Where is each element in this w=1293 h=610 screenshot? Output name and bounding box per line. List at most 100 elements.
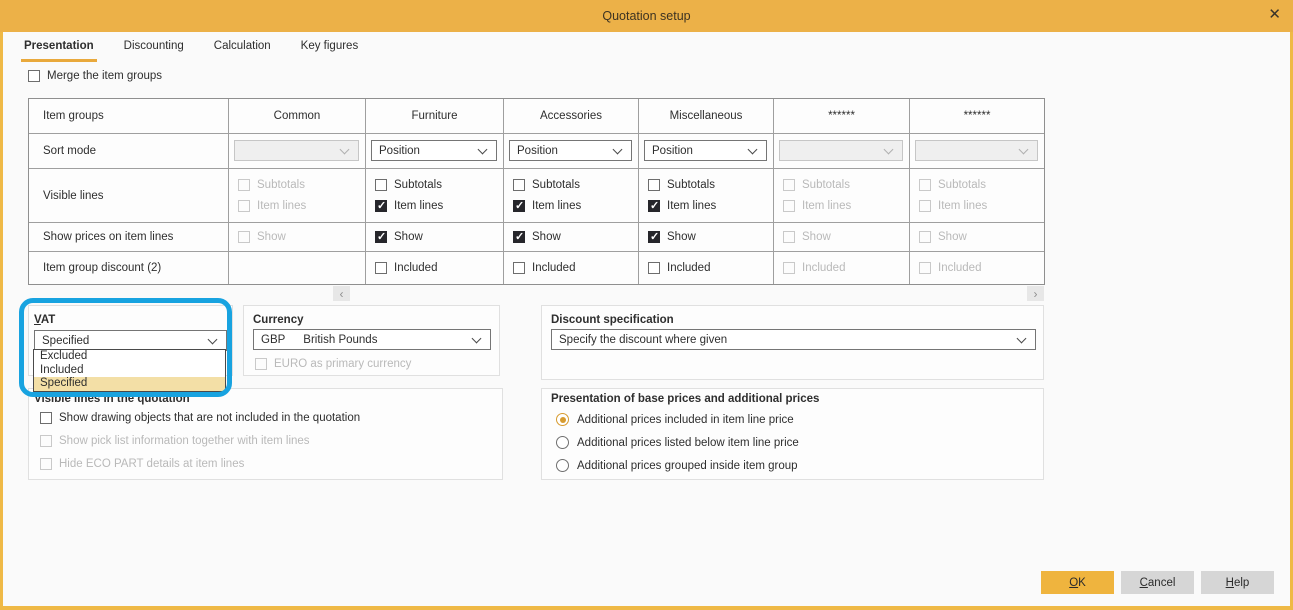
- vat-dropdown-list: Excluded Included Specified: [33, 349, 226, 392]
- additional-prices-included-label: Additional prices included in item line …: [577, 414, 794, 426]
- chevron-left-icon: ‹: [340, 287, 344, 301]
- currency-label: Currency: [253, 314, 499, 326]
- additional-prices-grouped-label: Additional prices grouped inside item gr…: [577, 460, 798, 472]
- show-checkbox-stars-2: [919, 231, 931, 243]
- chevron-down-icon: [884, 145, 894, 155]
- show-pick-list-checkbox: [40, 435, 52, 447]
- visible-lines-cell-furniture: Subtotals Item lines: [366, 169, 504, 223]
- sort-mode-select-accessories[interactable]: Position: [509, 140, 632, 161]
- sort-mode-select-miscellaneous[interactable]: Position: [644, 140, 767, 161]
- subtotals-checkbox-furniture[interactable]: [375, 179, 387, 191]
- show-prices-cell-common: Show: [229, 223, 366, 252]
- merge-item-groups-row: Merge the item groups: [28, 70, 162, 82]
- chevron-down-icon: [472, 334, 482, 344]
- item-lines-checkbox-stars-2: [919, 200, 931, 212]
- row-label-item-group-discount: Item group discount (2): [29, 252, 229, 284]
- included-checkbox-furniture[interactable]: [375, 262, 387, 274]
- tab-presentation[interactable]: Presentation: [21, 38, 97, 62]
- chevron-down-icon: [478, 145, 488, 155]
- col-header-stars-1: ******: [774, 99, 910, 134]
- discount-specification-select[interactable]: Specify the discount where given: [551, 329, 1036, 350]
- show-checkbox-miscellaneous[interactable]: [648, 231, 660, 243]
- item-lines-checkbox-miscellaneous[interactable]: [648, 200, 660, 212]
- currency-name: British Pounds: [303, 334, 377, 346]
- included-checkbox-accessories[interactable]: [513, 262, 525, 274]
- additional-prices-grouped-row: Additional prices grouped inside item gr…: [556, 459, 798, 472]
- sort-mode-select-furniture[interactable]: Position: [371, 140, 497, 161]
- show-prices-cell-accessories: Show: [504, 223, 639, 252]
- chevron-down-icon: [1017, 334, 1027, 344]
- currency-select[interactable]: GBP British Pounds: [253, 329, 491, 350]
- vat-option-specified[interactable]: Specified: [34, 377, 225, 391]
- cancel-button[interactable]: Cancel: [1121, 571, 1194, 594]
- tab-discounting[interactable]: Discounting: [121, 38, 187, 62]
- show-prices-cell-furniture: Show: [366, 223, 504, 252]
- included-checkbox-miscellaneous[interactable]: [648, 262, 660, 274]
- show-drawing-objects-label: Show drawing objects that are not includ…: [59, 412, 360, 424]
- visible-lines-cell-common: Subtotals Item lines: [229, 169, 366, 223]
- title-bar: Quotation setup ✕: [0, 0, 1293, 32]
- dialog-title: Quotation setup: [602, 9, 690, 23]
- visible-lines-cell-miscellaneous: Subtotals Item lines: [639, 169, 774, 223]
- chevron-down-icon: [208, 335, 218, 345]
- euro-primary-currency-label: EURO as primary currency: [274, 358, 411, 370]
- item-lines-checkbox-furniture[interactable]: [375, 200, 387, 212]
- additional-prices-listed-row: Additional prices listed below item line…: [556, 436, 799, 449]
- vat-label: VAT: [34, 314, 232, 326]
- col-header-stars-2: ******: [910, 99, 1044, 134]
- additional-prices-grouped-radio[interactable]: [556, 459, 569, 472]
- show-checkbox-furniture[interactable]: [375, 231, 387, 243]
- item-lines-checkbox-common: [238, 200, 250, 212]
- hide-eco-part-checkbox: [40, 458, 52, 470]
- vat-option-included[interactable]: Included: [34, 364, 225, 378]
- sort-mode-cell-common: [229, 134, 366, 169]
- item-lines-checkbox-accessories[interactable]: [513, 200, 525, 212]
- additional-prices-listed-radio[interactable]: [556, 436, 569, 449]
- quotation-setup-dialog: Quotation setup ✕ Presentation Discounti…: [0, 0, 1293, 610]
- additional-prices-included-radio[interactable]: [556, 413, 569, 426]
- visible-lines-cell-stars-2: Subtotals Item lines: [910, 169, 1044, 223]
- show-pick-list-row: Show pick list information together with…: [40, 435, 310, 447]
- show-drawing-objects-checkbox[interactable]: [40, 412, 52, 424]
- tab-calculation[interactable]: Calculation: [211, 38, 274, 62]
- sort-mode-select-common: [234, 140, 359, 161]
- close-icon[interactable]: ✕: [1268, 6, 1281, 24]
- merge-item-groups-label: Merge the item groups: [47, 70, 162, 82]
- help-button[interactable]: Help: [1201, 571, 1274, 594]
- discount-cell-common: [229, 252, 366, 284]
- item-lines-checkbox-stars-1: [783, 200, 795, 212]
- subtotals-checkbox-stars-2: [919, 179, 931, 191]
- subtotals-checkbox-accessories[interactable]: [513, 179, 525, 191]
- discount-cell-furniture: Included: [366, 252, 504, 284]
- currency-code: GBP: [261, 334, 285, 346]
- show-checkbox-stars-1: [783, 231, 795, 243]
- sort-mode-cell-furniture: Position: [366, 134, 504, 169]
- chevron-right-icon: ›: [1034, 287, 1038, 301]
- vat-option-excluded[interactable]: Excluded: [34, 350, 225, 364]
- included-checkbox-stars-2: [919, 262, 931, 274]
- chevron-down-icon: [1019, 145, 1029, 155]
- vat-select[interactable]: Specified: [34, 330, 227, 351]
- merge-item-groups-checkbox[interactable]: [28, 70, 40, 82]
- scroll-right-button[interactable]: ›: [1027, 286, 1044, 301]
- show-checkbox-accessories[interactable]: [513, 231, 525, 243]
- discount-specification-label: Discount specification: [551, 314, 1043, 326]
- sort-mode-cell-miscellaneous: Position: [639, 134, 774, 169]
- show-drawing-objects-row: Show drawing objects that are not includ…: [40, 412, 360, 424]
- discount-specification-panel: Discount specification Specify the disco…: [541, 305, 1044, 380]
- tab-key-figures[interactable]: Key figures: [298, 38, 362, 62]
- scroll-left-button[interactable]: ‹: [333, 286, 350, 301]
- sort-mode-cell-stars-2: [910, 134, 1044, 169]
- col-header-furniture: Furniture: [366, 99, 504, 134]
- discount-cell-stars-2: Included: [910, 252, 1044, 284]
- subtotals-checkbox-miscellaneous[interactable]: [648, 179, 660, 191]
- chevron-down-icon: [613, 145, 623, 155]
- subtotals-checkbox-common: [238, 179, 250, 191]
- visible-lines-cell-accessories: Subtotals Item lines: [504, 169, 639, 223]
- ok-button[interactable]: OK: [1041, 571, 1114, 594]
- chevron-down-icon: [748, 145, 758, 155]
- included-checkbox-stars-1: [783, 262, 795, 274]
- row-label-visible-lines: Visible lines: [29, 169, 229, 223]
- item-groups-table: Item groups Common Furniture Accessories…: [28, 98, 1045, 285]
- visible-lines-quotation-title: Visible lines in the quotation: [34, 393, 502, 405]
